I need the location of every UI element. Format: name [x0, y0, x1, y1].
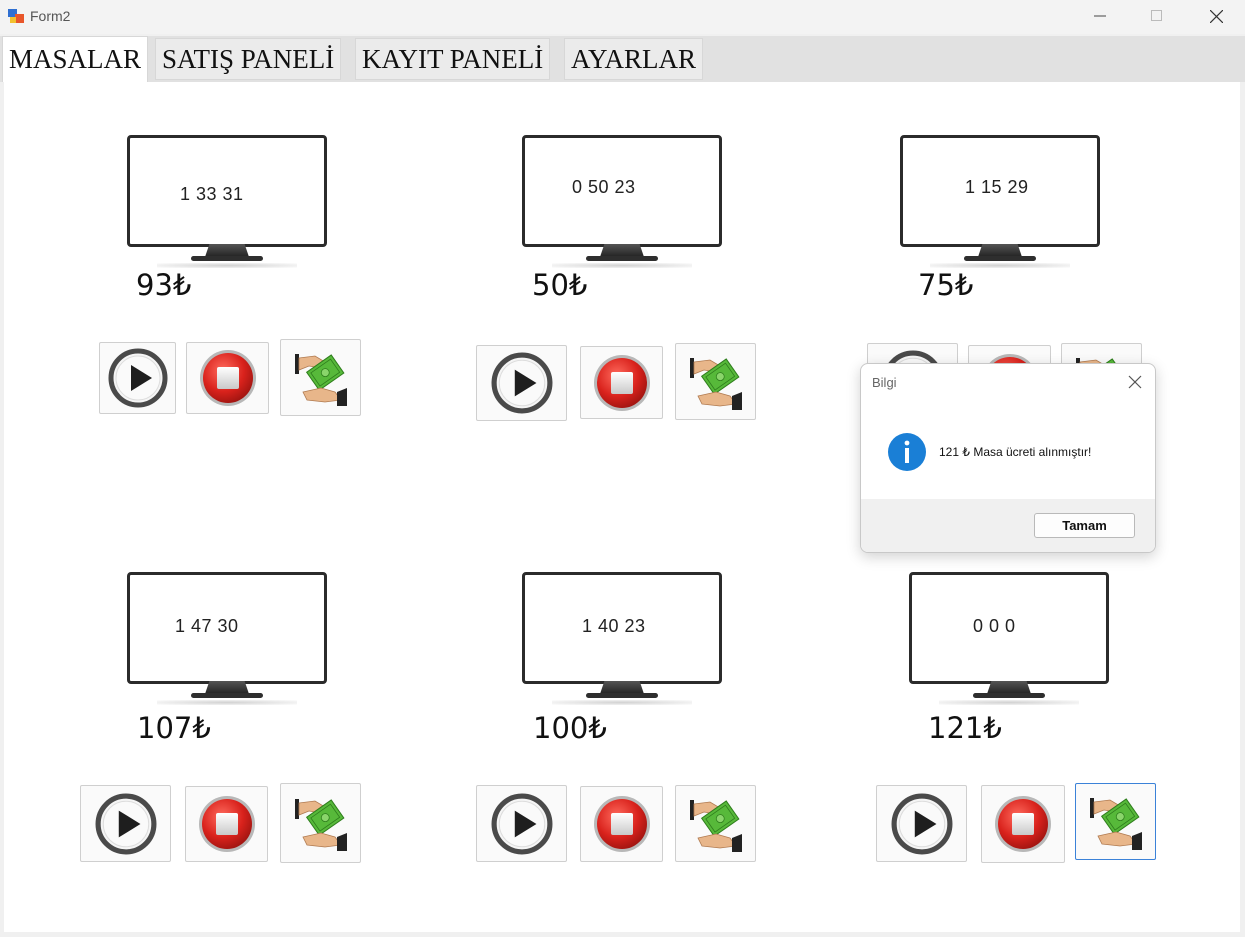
money-payment-icon [291, 793, 351, 853]
tab-kayit-paneli[interactable]: KAYIT PANELİ [355, 38, 551, 80]
tab-ayarlar[interactable]: AYARLAR [564, 38, 704, 80]
play-icon [95, 793, 157, 855]
table-5-timer: 1 40 23 [582, 616, 646, 636]
table-3-timer: 1 15 29 [965, 177, 1029, 197]
table-2-start-button[interactable] [476, 345, 567, 421]
table-5-stop-button[interactable] [580, 786, 663, 862]
stop-icon [592, 794, 652, 854]
table-1-start-button[interactable] [99, 342, 176, 414]
play-icon [491, 352, 553, 414]
monitor-base [586, 693, 658, 698]
monitor-base [973, 693, 1045, 698]
table-5-price: 100₺ [533, 711, 607, 745]
table-3-price: 75₺ [918, 268, 974, 302]
table-2-price: 50₺ [532, 268, 588, 302]
dialog-message: 121 ₺ Masa ücreti alınmıştır! [939, 445, 1092, 459]
title-bar: Form2 [0, 0, 1245, 34]
table-6-pay-button[interactable] [1075, 783, 1156, 860]
stop-icon [198, 348, 258, 408]
table-monitor-2 [522, 135, 722, 270]
maximize-button[interactable] [1128, 0, 1186, 32]
maximize-icon [1151, 10, 1162, 21]
table-6-start-button[interactable] [876, 785, 967, 862]
stop-icon [592, 353, 652, 413]
table-4-stop-button[interactable] [185, 786, 268, 862]
monitor-base [191, 256, 263, 261]
table-6-stop-button[interactable] [981, 785, 1065, 863]
window-title: Form2 [30, 8, 71, 24]
money-payment-icon [1086, 792, 1146, 852]
table-6-price: 121₺ [928, 711, 1002, 745]
table-2-stop-button[interactable] [580, 346, 663, 419]
table-monitor-6 [909, 572, 1109, 707]
dialog-title: Bilgi [872, 375, 897, 390]
table-monitor-3 [900, 135, 1100, 270]
minimize-button[interactable] [1071, 0, 1129, 32]
monitor-base [964, 256, 1036, 261]
info-icon [888, 433, 926, 471]
table-5-pay-button[interactable] [675, 785, 756, 862]
info-dialog: Bilgi 121 ₺ Masa ücreti alınmıştır! Tama… [860, 363, 1156, 553]
ok-button[interactable]: Tamam [1034, 513, 1135, 538]
monitor-base [586, 256, 658, 261]
table-2-pay-button[interactable] [675, 343, 756, 420]
table-monitor-4 [127, 572, 327, 707]
table-4-timer: 1 47 30 [175, 616, 239, 636]
play-icon [108, 348, 168, 408]
table-6-timer: 0 0 0 [973, 616, 1016, 636]
stop-icon [197, 794, 257, 854]
table-1-timer: 1 33 31 [180, 184, 244, 204]
table-4-price: 107₺ [137, 711, 211, 745]
minimize-icon [1094, 15, 1106, 17]
monitor-base [191, 693, 263, 698]
table-1-stop-button[interactable] [186, 342, 269, 414]
tab-masalar[interactable]: MASALAR [2, 36, 149, 82]
play-icon [491, 793, 553, 855]
play-icon [891, 793, 953, 855]
app-icon [8, 9, 24, 23]
money-payment-icon [686, 352, 746, 412]
money-payment-icon [291, 348, 351, 408]
table-4-start-button[interactable] [80, 785, 171, 862]
close-button[interactable] [1187, 0, 1245, 32]
close-icon [1209, 9, 1223, 23]
table-5-start-button[interactable] [476, 785, 567, 862]
table-2-timer: 0 50 23 [572, 177, 636, 197]
table-1-price: 93₺ [136, 268, 192, 302]
tab-satis-paneli[interactable]: SATIŞ PANELİ [155, 38, 342, 80]
dialog-close-icon[interactable] [1127, 374, 1143, 390]
money-payment-icon [686, 794, 746, 854]
table-monitor-5 [522, 572, 722, 707]
table-4-pay-button[interactable] [280, 783, 361, 863]
stop-icon [993, 794, 1053, 854]
table-1-pay-button[interactable] [280, 339, 361, 416]
